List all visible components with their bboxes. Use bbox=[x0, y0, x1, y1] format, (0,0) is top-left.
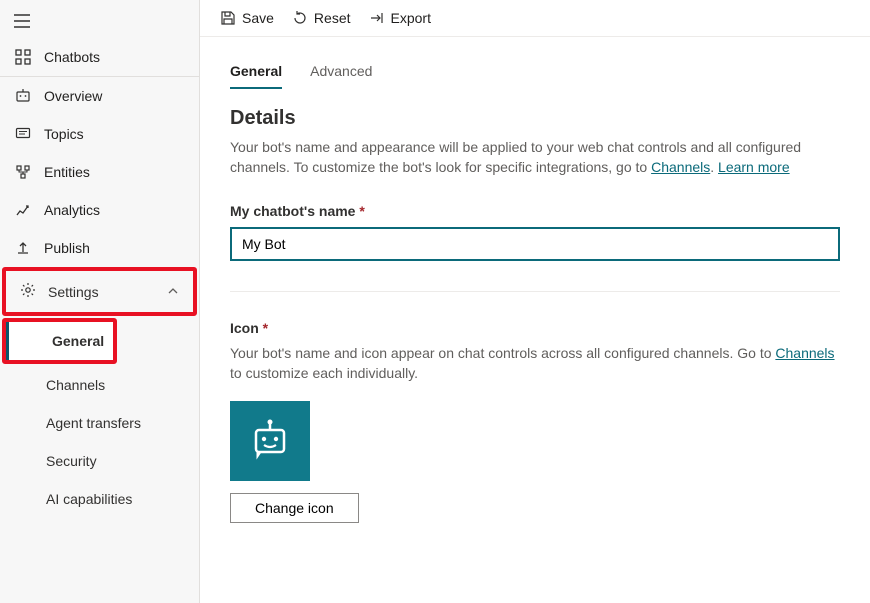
toolbar: Save Reset Export bbox=[200, 0, 870, 37]
sidebar-sub-label: Agent transfers bbox=[46, 415, 141, 431]
sidebar-item-entities[interactable]: Entities bbox=[0, 153, 199, 191]
change-icon-button[interactable]: Change icon bbox=[230, 493, 359, 523]
highlight-settings: Settings bbox=[2, 267, 197, 316]
chevron-up-icon bbox=[167, 284, 179, 300]
toolbar-label: Export bbox=[391, 10, 431, 26]
toolbar-label: Save bbox=[242, 10, 274, 26]
sidebar-sub-label: Channels bbox=[46, 377, 105, 393]
sidebar-item-overview[interactable]: Overview bbox=[0, 77, 199, 115]
sidebar-label: Entities bbox=[44, 164, 90, 180]
grid-icon bbox=[14, 49, 32, 65]
sidebar-label: Overview bbox=[44, 88, 102, 104]
sidebar-sub-general[interactable]: General bbox=[6, 322, 113, 360]
save-icon bbox=[220, 10, 236, 26]
reset-icon bbox=[292, 10, 308, 26]
name-label-text: My chatbot's name bbox=[230, 203, 355, 219]
bot-avatar-icon bbox=[247, 418, 293, 464]
icon-desc-pre: Your bot's name and icon appear on chat … bbox=[230, 345, 775, 361]
tab-general[interactable]: General bbox=[230, 57, 282, 89]
channels-link-2[interactable]: Channels bbox=[775, 345, 834, 361]
sidebar-item-settings[interactable]: Settings bbox=[6, 271, 193, 312]
sidebar-label: Publish bbox=[44, 240, 90, 256]
tab-label: General bbox=[230, 63, 282, 79]
entities-icon bbox=[14, 164, 32, 180]
export-icon bbox=[369, 10, 385, 26]
reset-button[interactable]: Reset bbox=[292, 10, 351, 26]
required-asterisk: * bbox=[359, 203, 364, 219]
gear-icon bbox=[20, 282, 36, 301]
sidebar-sub-label: Security bbox=[46, 453, 97, 469]
sidebar-item-topics[interactable]: Topics bbox=[0, 115, 199, 153]
publish-icon bbox=[14, 240, 32, 256]
tabs: General Advanced bbox=[230, 57, 840, 89]
main: Save Reset Export General bbox=[200, 0, 870, 603]
sidebar-item-chatbots[interactable]: Chatbots bbox=[0, 38, 199, 76]
chatbot-name-input[interactable] bbox=[230, 227, 840, 261]
bot-icon bbox=[14, 88, 32, 104]
sidebar: Chatbots Overview Topics Entities bbox=[0, 0, 200, 603]
export-button[interactable]: Export bbox=[369, 10, 431, 26]
icon-description: Your bot's name and icon appear on chat … bbox=[230, 344, 840, 383]
learn-more-link[interactable]: Learn more bbox=[718, 159, 790, 175]
sidebar-sub-label: AI capabilities bbox=[46, 491, 132, 507]
highlight-general: General bbox=[2, 318, 117, 364]
required-asterisk: * bbox=[263, 320, 268, 336]
divider bbox=[230, 291, 840, 292]
sidebar-item-publish[interactable]: Publish bbox=[0, 229, 199, 267]
sidebar-label: Chatbots bbox=[44, 49, 100, 65]
content-area: General Advanced Details Your bot's name… bbox=[200, 37, 870, 553]
toolbar-label: Reset bbox=[314, 10, 351, 26]
tab-label: Advanced bbox=[310, 63, 372, 79]
icon-desc-post: to customize each individually. bbox=[230, 365, 418, 381]
change-btn-label: Change icon bbox=[255, 500, 334, 516]
analytics-icon bbox=[14, 202, 32, 218]
sep: . bbox=[710, 159, 718, 175]
name-field-label: My chatbot's name * bbox=[230, 203, 840, 219]
sidebar-sub-agent-transfers[interactable]: Agent transfers bbox=[0, 404, 199, 442]
sidebar-sub-label: General bbox=[52, 333, 104, 349]
sidebar-sub-security[interactable]: Security bbox=[0, 442, 199, 480]
sidebar-label: Topics bbox=[44, 126, 84, 142]
details-heading: Details bbox=[230, 107, 840, 130]
bot-icon-preview bbox=[230, 401, 310, 481]
hamburger-icon bbox=[14, 14, 185, 28]
sidebar-sub-channels[interactable]: Channels bbox=[0, 366, 199, 404]
sidebar-label: Analytics bbox=[44, 202, 100, 218]
channels-link[interactable]: Channels bbox=[651, 159, 710, 175]
tab-advanced[interactable]: Advanced bbox=[310, 57, 372, 89]
sidebar-sub-ai-capabilities[interactable]: AI capabilities bbox=[0, 480, 199, 518]
icon-label-text: Icon bbox=[230, 320, 259, 336]
save-button[interactable]: Save bbox=[220, 10, 274, 26]
hamburger-button[interactable] bbox=[0, 6, 199, 38]
sidebar-label: Settings bbox=[48, 284, 99, 300]
chat-icon bbox=[14, 126, 32, 142]
icon-field-label: Icon * bbox=[230, 320, 840, 336]
details-description: Your bot's name and appearance will be a… bbox=[230, 138, 840, 177]
sidebar-item-analytics[interactable]: Analytics bbox=[0, 191, 199, 229]
